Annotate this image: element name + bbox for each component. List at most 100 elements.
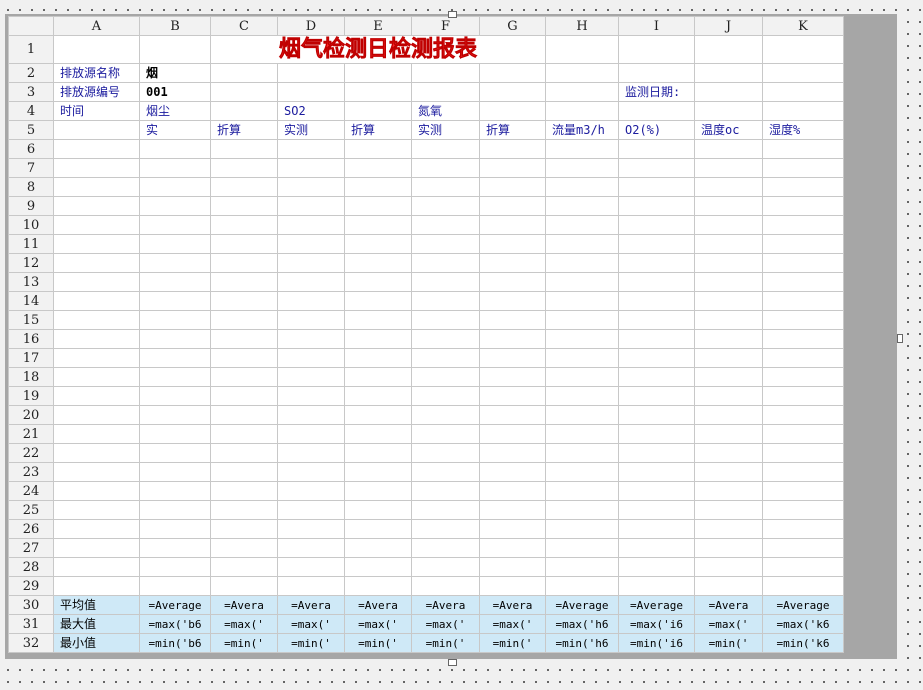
cell-j25[interactable] bbox=[694, 500, 763, 520]
source-id-label[interactable]: 排放源编号 bbox=[53, 82, 140, 102]
cell-a11[interactable] bbox=[53, 234, 140, 254]
row-header[interactable]: 30 bbox=[8, 595, 54, 615]
cell-d23[interactable] bbox=[277, 462, 345, 482]
cell-d25[interactable] bbox=[277, 500, 345, 520]
cell-a8[interactable] bbox=[53, 177, 140, 197]
cell-h16[interactable] bbox=[545, 329, 619, 349]
cell-e6[interactable] bbox=[344, 139, 412, 159]
cell-a12[interactable] bbox=[53, 253, 140, 273]
cell-d7[interactable] bbox=[277, 158, 345, 178]
cell-c3[interactable] bbox=[210, 82, 278, 102]
cell-c8[interactable] bbox=[210, 177, 278, 197]
cell-i8[interactable] bbox=[618, 177, 695, 197]
cell-k28[interactable] bbox=[762, 557, 844, 577]
row-header[interactable]: 4 bbox=[8, 101, 54, 121]
cell-a28[interactable] bbox=[53, 557, 140, 577]
row-header[interactable]: 17 bbox=[8, 348, 54, 368]
cell-c7[interactable] bbox=[210, 158, 278, 178]
cell-d26[interactable] bbox=[277, 519, 345, 539]
row-header[interactable]: 1 bbox=[8, 35, 54, 64]
cell-b19[interactable] bbox=[139, 386, 211, 406]
cell-i15[interactable] bbox=[618, 310, 695, 330]
formula-cell[interactable]: =max(' bbox=[210, 614, 278, 634]
cell-g13[interactable] bbox=[479, 272, 546, 292]
cell-f29[interactable] bbox=[411, 576, 480, 596]
cell-j10[interactable] bbox=[694, 215, 763, 235]
cell-f3[interactable] bbox=[411, 82, 480, 102]
cell-d3[interactable] bbox=[277, 82, 345, 102]
cell-g8[interactable] bbox=[479, 177, 546, 197]
cell-d13[interactable] bbox=[277, 272, 345, 292]
row-header[interactable]: 26 bbox=[8, 519, 54, 539]
cell-f24[interactable] bbox=[411, 481, 480, 501]
cell-h15[interactable] bbox=[545, 310, 619, 330]
cell-a14[interactable] bbox=[53, 291, 140, 311]
cell-d24[interactable] bbox=[277, 481, 345, 501]
cell-k29[interactable] bbox=[762, 576, 844, 596]
cell-d11[interactable] bbox=[277, 234, 345, 254]
cell-j24[interactable] bbox=[694, 481, 763, 501]
cell-f21[interactable] bbox=[411, 424, 480, 444]
cell-f22[interactable] bbox=[411, 443, 480, 463]
cell-h23[interactable] bbox=[545, 462, 619, 482]
cell-j11[interactable] bbox=[694, 234, 763, 254]
subheader-cell[interactable]: 实测 bbox=[411, 120, 480, 140]
cell-e27[interactable] bbox=[344, 538, 412, 558]
formula-cell[interactable]: =max('h6 bbox=[545, 614, 619, 634]
cell-a26[interactable] bbox=[53, 519, 140, 539]
cell-e11[interactable] bbox=[344, 234, 412, 254]
cell-c28[interactable] bbox=[210, 557, 278, 577]
cell-f28[interactable] bbox=[411, 557, 480, 577]
cell-e15[interactable] bbox=[344, 310, 412, 330]
cell-e29[interactable] bbox=[344, 576, 412, 596]
cell-k21[interactable] bbox=[762, 424, 844, 444]
formula-cell[interactable]: =Average bbox=[545, 595, 619, 615]
row-header[interactable]: 9 bbox=[8, 196, 54, 216]
row-header[interactable]: 7 bbox=[8, 158, 54, 178]
formula-cell[interactable]: =Avera bbox=[479, 595, 546, 615]
cell-g19[interactable] bbox=[479, 386, 546, 406]
formula-cell[interactable]: =Avera bbox=[277, 595, 345, 615]
cell-k15[interactable] bbox=[762, 310, 844, 330]
cell-f25[interactable] bbox=[411, 500, 480, 520]
cell-a20[interactable] bbox=[53, 405, 140, 425]
cell-c6[interactable] bbox=[210, 139, 278, 159]
formula-cell[interactable]: =min('i6 bbox=[618, 633, 695, 653]
cell-a21[interactable] bbox=[53, 424, 140, 444]
subheader-cell[interactable]: 温度oc bbox=[694, 120, 763, 140]
row-header[interactable]: 31 bbox=[8, 614, 54, 634]
cell-k11[interactable] bbox=[762, 234, 844, 254]
cell-b23[interactable] bbox=[139, 462, 211, 482]
cell-i19[interactable] bbox=[618, 386, 695, 406]
cell-a1[interactable] bbox=[53, 35, 140, 64]
bottom-resize-handle[interactable] bbox=[448, 659, 457, 666]
cell-k19[interactable] bbox=[762, 386, 844, 406]
cell-a13[interactable] bbox=[53, 272, 140, 292]
cell-h9[interactable] bbox=[545, 196, 619, 216]
spreadsheet-grid[interactable]: A B C D E F G H I J K 1 烟气检测日检测报表 2 排放源名… bbox=[8, 16, 844, 653]
cell-k16[interactable] bbox=[762, 329, 844, 349]
subheader-cell[interactable]: 实测 bbox=[277, 120, 345, 140]
formula-cell[interactable]: =max(' bbox=[479, 614, 546, 634]
nox-group-label[interactable]: 氮氧 bbox=[411, 101, 480, 121]
cell-k23[interactable] bbox=[762, 462, 844, 482]
cell-c10[interactable] bbox=[210, 215, 278, 235]
cell-b21[interactable] bbox=[139, 424, 211, 444]
cell-h24[interactable] bbox=[545, 481, 619, 501]
select-all-corner[interactable] bbox=[8, 16, 54, 36]
cell-a7[interactable] bbox=[53, 158, 140, 178]
row-header[interactable]: 5 bbox=[8, 120, 54, 140]
cell-g17[interactable] bbox=[479, 348, 546, 368]
cell-d21[interactable] bbox=[277, 424, 345, 444]
cell-e12[interactable] bbox=[344, 253, 412, 273]
cell-g11[interactable] bbox=[479, 234, 546, 254]
formula-cell[interactable]: =max(' bbox=[694, 614, 763, 634]
cell-k8[interactable] bbox=[762, 177, 844, 197]
cell-b24[interactable] bbox=[139, 481, 211, 501]
cell-g7[interactable] bbox=[479, 158, 546, 178]
top-resize-handle[interactable] bbox=[448, 11, 457, 18]
cell-k26[interactable] bbox=[762, 519, 844, 539]
cell-k17[interactable] bbox=[762, 348, 844, 368]
cell-e22[interactable] bbox=[344, 443, 412, 463]
cell-i17[interactable] bbox=[618, 348, 695, 368]
